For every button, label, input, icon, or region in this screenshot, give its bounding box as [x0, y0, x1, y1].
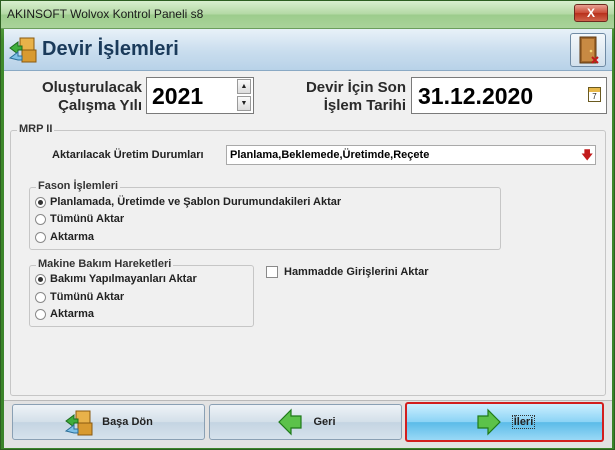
- raw-material-label: Hammadde Girişlerini Aktar: [284, 266, 429, 278]
- date-value: 31.12.2020: [418, 83, 534, 109]
- footer-bar: Başa Dön Geri İleri: [4, 400, 612, 448]
- dropdown-arrow-icon[interactable]: 🡇: [581, 148, 593, 162]
- maintenance-group-title: Makine Bakım Hareketleri: [36, 258, 174, 270]
- radio-icon: [35, 231, 46, 243]
- exit-button[interactable]: [570, 33, 606, 67]
- fason-option-1[interactable]: Planlamada, Üretimde ve Şablon Durumunda…: [35, 196, 341, 208]
- title-bar[interactable]: AKINSOFT Wolvox Kontrol Paneli s8 X: [1, 1, 614, 29]
- close-button[interactable]: X: [574, 4, 608, 22]
- back-button[interactable]: Geri: [209, 404, 402, 440]
- calendar-icon[interactable]: 7: [588, 87, 601, 102]
- maintenance-option-3[interactable]: Aktarma: [35, 308, 94, 320]
- date-label: Devir İçin Son İşlem Tarihi: [305, 79, 406, 114]
- radio-selected-icon: [35, 273, 46, 285]
- fason-option-2[interactable]: Tümünü Aktar: [35, 213, 124, 225]
- radio-icon: [35, 291, 46, 303]
- arrow-right-icon: [477, 408, 501, 436]
- radio-selected-icon: [35, 196, 46, 208]
- raw-material-checkbox[interactable]: Hammadde Girişlerini Aktar: [266, 266, 428, 278]
- production-status-combo[interactable]: Planlama,Beklemede,Üretimde,Reçete 🡇: [226, 145, 596, 165]
- app-window: AKINSOFT Wolvox Kontrol Paneli s8 X Devi…: [0, 0, 615, 450]
- year-spinner[interactable]: 2021 ▲ ▼: [146, 77, 254, 114]
- year-label: Oluşturulacak Çalışma Yılı: [41, 79, 142, 114]
- production-status-value: Planlama,Beklemede,Üretimde,Reçete: [230, 149, 430, 161]
- checkbox-icon: [266, 266, 278, 278]
- year-value: 2021: [152, 83, 204, 109]
- production-status-label: Aktarılacak Üretim Durumları: [52, 149, 204, 161]
- header-band: Devir İşlemleri: [4, 29, 612, 71]
- fason-option-3[interactable]: Aktarma: [35, 231, 94, 243]
- radio-icon: [35, 308, 46, 320]
- mrp-group-title: MRP II: [17, 123, 55, 135]
- arrow-left-icon: [278, 408, 303, 436]
- radio-icon: [35, 213, 46, 225]
- maintenance-option-2[interactable]: Tümünü Aktar: [35, 291, 124, 303]
- transfer-boxes-icon: [8, 37, 37, 63]
- client-area: Devir İşlemleri Oluşturulacak Çalışma Yı…: [4, 29, 612, 448]
- spin-up-button[interactable]: ▲: [237, 79, 251, 94]
- transfer-boxes-icon: [64, 410, 93, 436]
- next-button[interactable]: İleri: [405, 402, 604, 442]
- fason-group-title: Fason İşlemleri: [36, 180, 121, 192]
- spin-down-button[interactable]: ▼: [237, 96, 251, 111]
- page-title: Devir İşlemleri: [42, 38, 179, 60]
- date-field[interactable]: 31.12.2020 7: [411, 77, 607, 114]
- home-button[interactable]: Başa Dön: [12, 404, 205, 440]
- maintenance-option-1[interactable]: Bakımı Yapılmayanları Aktar: [35, 273, 197, 285]
- door-exit-icon: [579, 36, 599, 64]
- window-title: AKINSOFT Wolvox Kontrol Paneli s8: [7, 7, 204, 21]
